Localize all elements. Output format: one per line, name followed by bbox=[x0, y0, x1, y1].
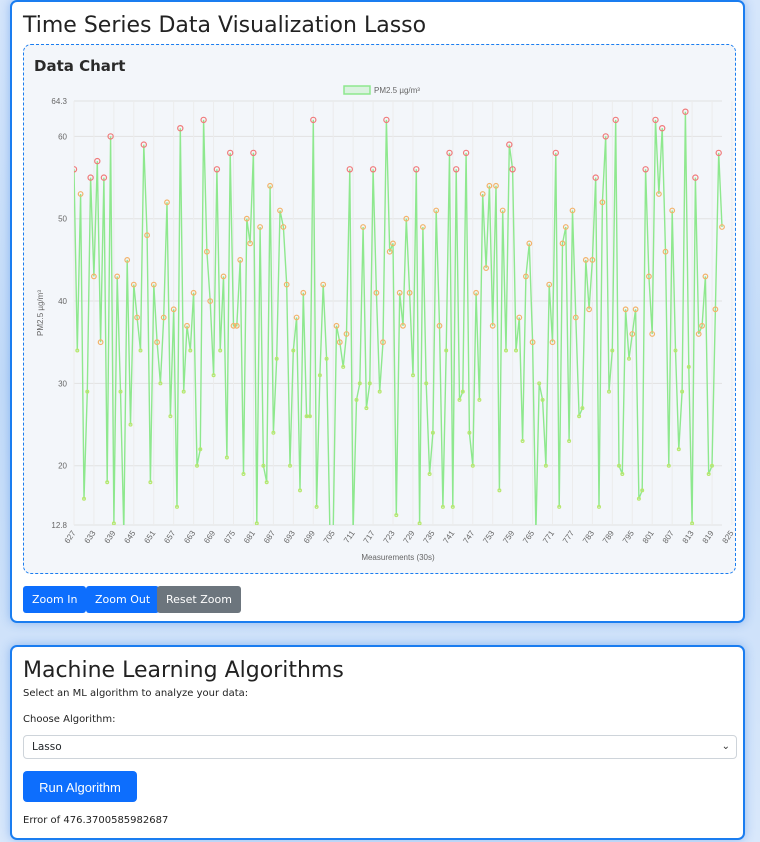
x-tick-label: 645 bbox=[122, 529, 137, 546]
x-tick-label: 759 bbox=[501, 529, 516, 546]
reset-zoom-button[interactable]: Reset Zoom bbox=[157, 586, 241, 613]
chart-container: Data Chart 64.3 60 50 40 30 20 12.8 627 633 639 64… bbox=[23, 44, 736, 574]
data-point bbox=[122, 530, 125, 533]
x-tick-label: 711 bbox=[342, 529, 357, 545]
x-tick-label: 663 bbox=[182, 529, 197, 546]
x-tick-label: 729 bbox=[402, 529, 417, 546]
x-tick-label: 681 bbox=[242, 529, 257, 546]
y-tick-label: 40 bbox=[58, 297, 67, 306]
x-tick-label: 669 bbox=[202, 529, 217, 546]
x-tick-label: 687 bbox=[262, 529, 277, 546]
zoom-in-button[interactable]: Zoom In bbox=[23, 586, 87, 613]
x-tick-label: 777 bbox=[561, 529, 576, 546]
y-tick-label: 12.8 bbox=[51, 521, 67, 530]
x-tick-label: 627 bbox=[63, 529, 78, 546]
zoom-out-button[interactable]: Zoom Out bbox=[86, 586, 160, 613]
ml-card: Machine Learning Algorithms Select an ML… bbox=[10, 645, 745, 840]
x-tick-label: 741 bbox=[441, 529, 456, 546]
x-tick-label: 657 bbox=[162, 529, 177, 546]
y-axis-title: PM2.5 µg/m³ bbox=[36, 290, 45, 336]
x-tick-label: 651 bbox=[142, 529, 157, 546]
pm25-line-chart[interactable]: 64.3 60 50 40 30 20 12.8627 633 639 645 651 657 663 6… bbox=[24, 45, 737, 575]
x-tick-label: 705 bbox=[322, 529, 337, 546]
x-tick-label: 639 bbox=[102, 529, 117, 546]
y-tick-label: 20 bbox=[58, 462, 67, 471]
x-tick-label: 807 bbox=[661, 529, 676, 546]
y-tick-label: 30 bbox=[58, 379, 67, 388]
series-line bbox=[74, 111, 723, 525]
chevron-down-icon: ⌄ bbox=[721, 741, 730, 752]
algorithm-select-label: Choose Algorithm: bbox=[23, 714, 116, 725]
x-tick-label: 693 bbox=[282, 529, 297, 546]
x-tick-label: 819 bbox=[701, 529, 716, 546]
y-tick-label: 60 bbox=[58, 132, 67, 141]
legend-label: PM2.5 µg/m³ bbox=[374, 86, 420, 95]
x-tick-label: 633 bbox=[83, 529, 98, 546]
data-point bbox=[254, 521, 259, 525]
data-point bbox=[417, 521, 422, 525]
algorithm-select[interactable]: Lasso ⌄ bbox=[23, 735, 737, 759]
page-title: Time Series Data Visualization Lasso bbox=[23, 13, 427, 38]
data-point bbox=[535, 530, 538, 533]
x-tick-label: 765 bbox=[521, 529, 536, 546]
ml-description: Select an ML algorithm to analyze your d… bbox=[23, 688, 249, 699]
x-tick-label: 825 bbox=[721, 529, 736, 546]
x-tick-label: 801 bbox=[641, 529, 656, 546]
x-tick-label: 795 bbox=[621, 529, 636, 546]
x-tick-label: 783 bbox=[581, 529, 596, 546]
legend-swatch bbox=[343, 85, 371, 95]
x-tick-label: 813 bbox=[681, 529, 696, 546]
chart-card: Time Series Data Visualization Lasso Dat… bbox=[10, 0, 745, 623]
x-tick-label: 675 bbox=[222, 529, 237, 546]
x-axis-title: Measurements (30s) bbox=[361, 553, 435, 562]
x-tick-label: 771 bbox=[541, 529, 556, 546]
x-tick-label: 723 bbox=[382, 529, 397, 546]
x-tick-label: 699 bbox=[302, 529, 317, 546]
x-tick-label: 717 bbox=[362, 529, 377, 546]
run-algorithm-button[interactable]: Run Algorithm bbox=[23, 771, 137, 802]
x-tick-label: 735 bbox=[421, 529, 436, 546]
y-tick-label: 64.3 bbox=[51, 97, 67, 106]
algorithm-result: Error of 476.3700585982687 bbox=[23, 815, 169, 826]
ml-section-title: Machine Learning Algorithms bbox=[23, 658, 344, 683]
algorithm-select-value: Lasso bbox=[32, 741, 62, 753]
x-tick-label: 753 bbox=[481, 529, 496, 546]
x-tick-label: 747 bbox=[461, 529, 476, 546]
y-tick-label: 50 bbox=[58, 215, 67, 224]
x-tick-label: 789 bbox=[601, 529, 616, 546]
